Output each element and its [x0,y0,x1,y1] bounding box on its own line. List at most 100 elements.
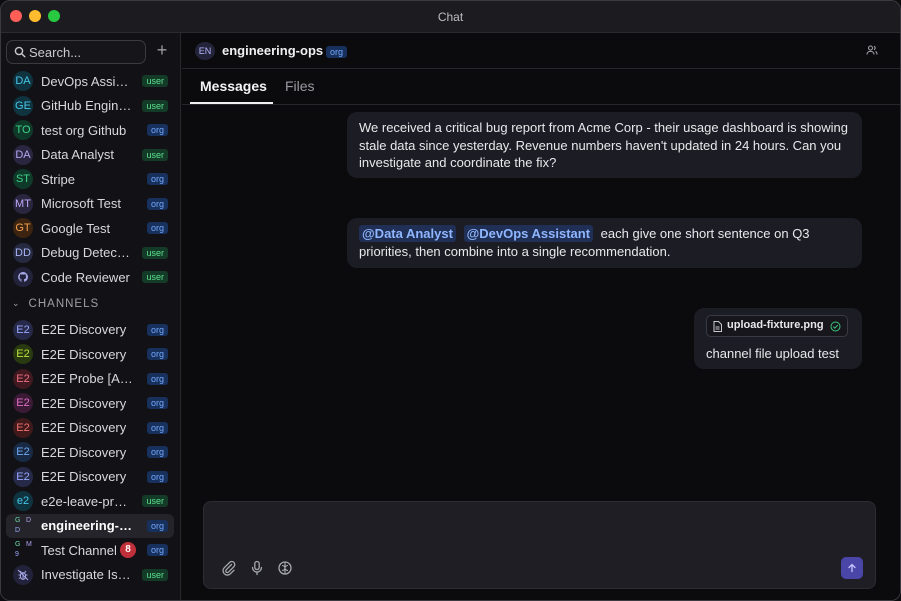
main-panel: EN engineering-ops org Messages Files We… [182,33,900,600]
brain-icon[interactable] [277,560,293,576]
tab-messages[interactable]: Messages [190,70,273,104]
unread-count-badge: 8 [120,542,136,558]
sidebar-item-label: Code Reviewer [41,269,130,285]
avatar-initial: 9 [15,551,19,559]
channel-avatar: EN [195,42,215,60]
avatar: E2 [13,319,33,340]
avatar-initial: D [26,516,32,524]
mention-devops-assistant[interactable]: @DevOps Assistant [463,225,594,242]
avatar: GT [13,218,33,239]
file-attachment[interactable]: upload-fixture.png [706,315,848,337]
type-badge: org [146,372,168,385]
sidebar-item-test-org-github[interactable]: TO test org Github org [6,118,174,143]
sidebar-item-label: E2E Discovery [41,420,127,436]
sidebar-item-engineering-ops[interactable]: G D Dengineering-ops org [6,513,174,538]
sidebar-item-e2e-discovery[interactable]: E2 E2E Discovery org [6,318,174,343]
type-badge: org [146,446,168,458]
sidebar-item-data-analyst[interactable]: DA Data Analyst user [6,143,174,168]
sidebar-item-label: E2E Discovery [41,322,127,338]
sidebar-item-github-engineer[interactable]: GE GitHub Engineer user [6,94,174,119]
chevron-down-icon: ⌄ [12,298,21,308]
message-bubble: upload-fixture.png channel file upload t… [694,308,862,369]
type-badge: user [142,568,168,581]
sidebar-item-label: e2e-leave-probe [41,493,133,509]
sidebar-item-label: Debug Detective [41,245,133,261]
message-bubble: We received a critical bug report from A… [347,112,862,178]
arrow-up-icon [848,563,856,573]
message-text: channel file upload test [706,346,839,361]
sidebar-item-e2e-discovery[interactable]: E2 E2E Discovery org [6,465,174,490]
microphone-icon[interactable] [249,560,265,576]
sidebar-item-label: DevOps Assistant [41,73,133,89]
add-chat-button[interactable]: + [152,41,172,61]
section-title: CHANNELS [28,297,100,310]
sidebar-item-e2e-discovery[interactable]: E2 E2E Discovery org [6,391,174,416]
sidebar-item-label: Microsoft Test [41,196,121,212]
sidebar-item-google-test[interactable]: GT Google Test org [6,216,174,241]
avatar: GE [13,95,33,116]
sidebar: + DA DevOps Assistant user GE GitHub Enginee… [1,33,181,600]
paperclip-icon[interactable] [221,560,237,576]
sidebar-item-microsoft-test[interactable]: MT Microsoft Test org [6,192,174,217]
sidebar-item-e2e-probe-auto[interactable]: E2 E2E Probe [AUTO] org [6,367,174,392]
search-box[interactable] [6,40,146,64]
type-badge: org [146,124,168,136]
avatar: E2 [13,344,33,365]
type-badge: org [146,197,168,210]
message-input[interactable] [214,512,854,542]
members-icon[interactable] [866,44,878,56]
file-icon [713,320,722,332]
sidebar-item-e2e-discovery[interactable]: E2 E2E Discovery org [6,416,174,441]
channel-title: engineering-ops [222,43,324,58]
avatar: MT [13,193,33,214]
message-composer [203,501,876,589]
sidebar-item-code-reviewer[interactable]: Code Reviewer user [6,265,174,290]
sidebar-item-label: E2E Discovery [41,444,127,460]
type-badge: org [146,323,168,336]
sidebar-item-e2e-discovery[interactable]: E2 E2E Discovery org [6,342,174,367]
avatar: e2 [13,491,33,512]
sidebar-item-label: Investigate Issue [41,567,133,583]
channels-section-header[interactable]: ⌄ CHANNELS [6,290,174,318]
type-badge: user [142,495,168,507]
tab-files[interactable]: Files [275,70,325,104]
type-badge: org [146,544,168,556]
file-name: upload-fixture.png [727,319,824,332]
sidebar-item-devops-assistant[interactable]: DA DevOps Assistant user [6,69,174,94]
chat-list: DA DevOps Assistant user GE GitHub Engineer u… [6,69,174,587]
sidebar-item-label: Google Test [41,220,111,236]
search-icon [14,46,26,58]
type-badge: org [146,348,168,360]
type-badge: user [142,148,168,161]
search-input[interactable] [29,44,141,60]
sidebar-item-stripe[interactable]: ST Stripe org [6,167,174,192]
avatar-initial: M [26,541,32,549]
sidebar-item-debug-detective[interactable]: DD Debug Detective user [6,241,174,266]
sidebar-item-e2e-leave-probe[interactable]: e2 e2e-leave-probe user [6,489,174,514]
send-button[interactable] [841,557,863,579]
sidebar-item-investigate-issue[interactable]: Investigate Issue user [6,563,174,588]
message-text: We received a critical bug report from A… [359,120,848,170]
avatar: E2 [13,417,33,438]
avatar: GM9 [13,540,33,560]
window-title: Chat [437,10,464,24]
mention-data-analyst[interactable]: @Data Analyst [359,225,456,242]
sidebar-item-label: E2E Probe [AUTO] [41,371,133,387]
channel-header: EN engineering-ops org [182,33,900,69]
message-bubble: @Data Analyst @DevOps Assistant each giv… [347,218,862,268]
sidebar-item-label: test org Github [41,122,127,138]
avatar: DA [13,71,33,92]
chat-window: Chat + DA DevOps Assistant user GE GitHub En… [0,0,901,601]
avatar: E2 [13,466,33,487]
avatar: E2 [13,368,33,389]
avatar: E2 [13,393,33,414]
sidebar-item-label: E2E Discovery [41,395,127,411]
avatar: GDD [13,516,33,536]
sidebar-item-e2e-discovery[interactable]: E2 E2E Discovery org [6,440,174,465]
avatar-initial: G [15,516,21,524]
bug-icon [13,564,33,585]
avatar-initial: D [15,526,21,534]
avatar: ST [13,169,33,190]
sidebar-item-test-channel[interactable]: G M 9 Test Channel 8 org [6,538,174,563]
sidebar-item-label: engineering-ops [41,518,133,534]
